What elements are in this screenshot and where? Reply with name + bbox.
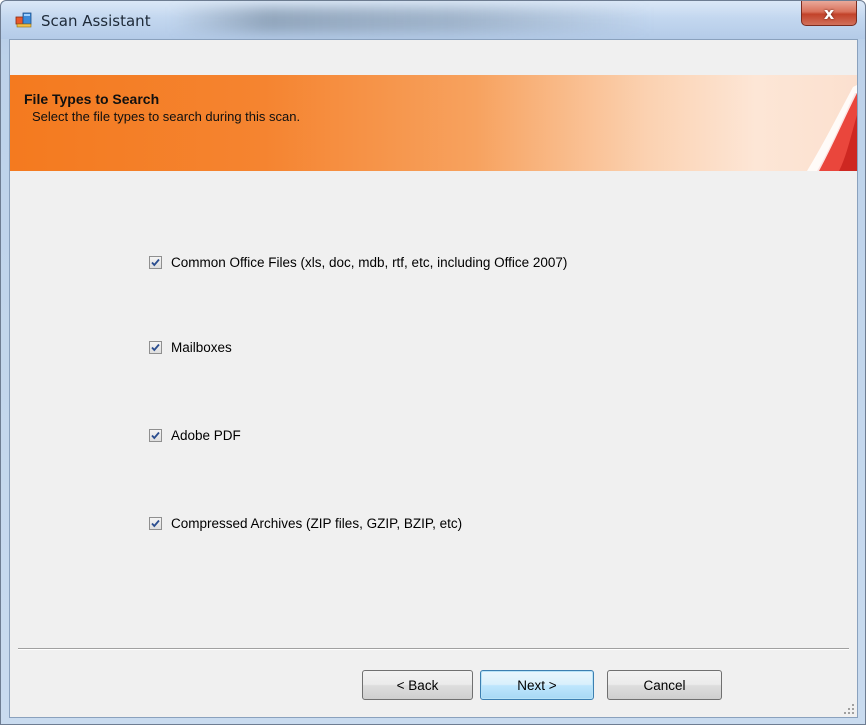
adobe-pdf-label[interactable]: Adobe PDF — [171, 428, 241, 443]
close-icon: x — [823, 3, 835, 23]
cancel-button[interactable]: Cancel — [607, 670, 722, 700]
common-office-files-label[interactable]: Common Office Files (xls, doc, mdb, rtf,… — [171, 255, 567, 270]
checkmark-icon — [151, 343, 160, 351]
banner-title: File Types to Search — [24, 91, 160, 107]
window-title: Scan Assistant — [41, 12, 151, 30]
back-button[interactable]: < Back — [362, 670, 473, 700]
next-button[interactable]: Next > — [480, 670, 594, 700]
compressed-archives-label[interactable]: Compressed Archives (ZIP files, GZIP, BZ… — [171, 516, 462, 531]
banner-subtitle: Select the file types to search during t… — [32, 109, 301, 124]
title-bar-blurred-region — [171, 7, 651, 33]
option-compressed-archives[interactable]: Compressed Archives (ZIP files, GZIP, BZ… — [149, 513, 462, 533]
title-bar[interactable]: Scan Assistant x — [1, 1, 865, 39]
compressed-archives-checkbox[interactable] — [149, 516, 162, 530]
scan-assistant-window: Scan Assistant x File Types to Search Se… — [0, 0, 866, 725]
application-icon[interactable] — [15, 11, 33, 29]
checkmark-icon — [151, 258, 160, 266]
option-adobe-pdf[interactable]: Adobe PDF — [149, 425, 241, 445]
dialog-client-area: File Types to Search Select the file typ… — [9, 39, 858, 718]
mailboxes-checkbox[interactable] — [149, 340, 162, 354]
adobe-pdf-checkbox[interactable] — [149, 428, 162, 442]
banner-swoosh-graphic — [807, 85, 857, 171]
header-banner: File Types to Search Select the file typ… — [10, 75, 857, 171]
option-common-office-files[interactable]: Common Office Files (xls, doc, mdb, rtf,… — [149, 252, 567, 272]
resize-grip-icon[interactable] — [843, 703, 855, 715]
option-mailboxes[interactable]: Mailboxes — [149, 337, 232, 357]
footer-separator — [18, 648, 849, 650]
checkmark-icon — [151, 431, 160, 439]
close-button[interactable]: x — [801, 1, 857, 26]
mailboxes-label[interactable]: Mailboxes — [171, 340, 232, 355]
common-office-files-checkbox[interactable] — [149, 255, 162, 269]
checkmark-icon — [151, 519, 160, 527]
